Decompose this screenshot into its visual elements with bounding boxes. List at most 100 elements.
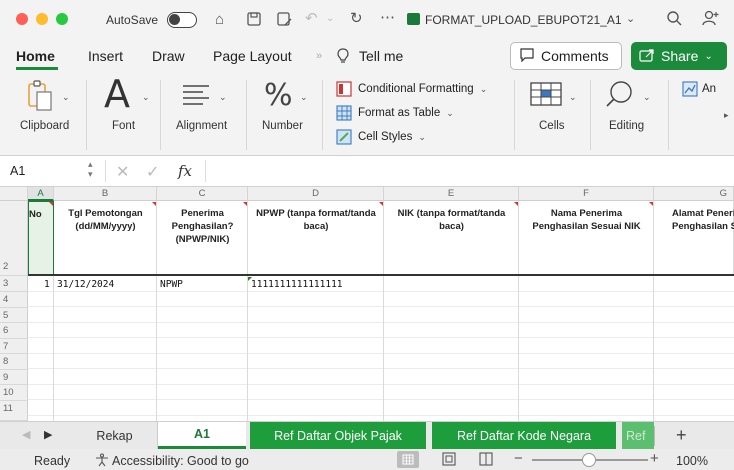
tab-home[interactable]: Home xyxy=(16,48,55,64)
comment-indicator[interactable] xyxy=(49,202,53,206)
analyze-data-button[interactable]: An xyxy=(682,81,716,97)
column-header-b[interactable]: B xyxy=(54,187,157,201)
comment-indicator[interactable] xyxy=(243,202,247,206)
ribbon-scroll-right-icon[interactable]: ▸ xyxy=(724,110,729,121)
cell-c3[interactable]: NPWP xyxy=(160,279,183,290)
zoom-slider-thumb[interactable] xyxy=(582,453,596,467)
tab-draw[interactable]: Draw xyxy=(152,48,185,64)
cell-styles-button[interactable]: Cell Styles ⌄ xyxy=(336,129,426,145)
account-icon[interactable] xyxy=(702,10,720,30)
editing-search-icon[interactable] xyxy=(605,80,635,113)
row-header-2[interactable]: 2 xyxy=(0,201,28,276)
row-header-9[interactable]: 9 xyxy=(0,370,28,385)
font-icon[interactable]: A xyxy=(104,74,130,114)
normal-view-button[interactable] xyxy=(397,451,419,468)
row-header-7[interactable]: 7 xyxy=(0,339,28,354)
autosave-toggle[interactable] xyxy=(167,12,197,28)
cell-d3[interactable]: 1111111111111111 xyxy=(251,279,343,290)
scroll-right-icon[interactable]: ▶ xyxy=(44,428,52,441)
close-window-button[interactable] xyxy=(16,13,28,25)
more-icon[interactable]: ⋯ xyxy=(380,10,395,26)
zoom-in-button[interactable]: + xyxy=(650,450,659,467)
format-as-table-button[interactable]: Format as Table ⌄ xyxy=(336,105,454,121)
more-tabs-icon[interactable]: » xyxy=(316,50,322,62)
row-header-8[interactable]: 8 xyxy=(0,354,28,370)
row-header-10[interactable]: 10 xyxy=(0,385,28,401)
name-box[interactable]: A1 xyxy=(10,164,25,178)
cells-dropdown-icon[interactable]: ⌄ xyxy=(569,92,577,103)
percent-icon[interactable]: % xyxy=(264,78,293,113)
comment-indicator[interactable] xyxy=(649,202,653,206)
scroll-left-icon[interactable]: ◀ xyxy=(22,428,30,441)
alignment-dropdown-icon[interactable]: ⌄ xyxy=(219,92,227,103)
insert-function-button[interactable]: fx xyxy=(178,162,192,180)
maximize-window-button[interactable] xyxy=(56,13,68,25)
autosave-label: AutoSave xyxy=(106,13,159,27)
page-layout-view-icon[interactable] xyxy=(442,452,456,469)
redo-icon[interactable]: ↻ xyxy=(350,11,363,27)
cancel-icon[interactable]: ✕ xyxy=(116,162,129,182)
tab-page-layout[interactable]: Page Layout xyxy=(213,48,292,64)
column-header-g[interactable]: G xyxy=(654,187,734,201)
comment-indicator[interactable] xyxy=(514,202,518,206)
column-header-f[interactable]: F xyxy=(519,187,654,201)
sheet-tab-a1[interactable]: A1 xyxy=(158,422,246,449)
column-header-c[interactable]: C xyxy=(157,187,248,201)
undo-icon[interactable]: ↶ xyxy=(305,11,318,27)
header-penerima-penghasilan: Penerima Penghasilan? (NPWP/NIK) xyxy=(171,208,234,245)
comment-indicator[interactable] xyxy=(152,202,156,206)
accessibility-status[interactable]: Accessibility: Good to go xyxy=(112,454,249,468)
chevron-down-icon: ⌄ xyxy=(446,107,454,118)
file-name-dropdown-icon[interactable]: ⌄ xyxy=(626,11,635,27)
file-name[interactable]: FORMAT_UPLOAD_EBUPOT21_A1 xyxy=(425,13,622,27)
row-header-4[interactable]: 4 xyxy=(0,292,28,308)
conditional-formatting-button[interactable]: Conditional Formatting ⌄ xyxy=(336,81,487,97)
tab-insert[interactable]: Insert xyxy=(88,48,123,64)
comment-indicator[interactable] xyxy=(379,202,383,206)
tell-me-search[interactable]: Tell me xyxy=(359,48,403,64)
editing-label: Editing xyxy=(609,120,645,132)
undo-dropdown-icon[interactable]: ⌄ xyxy=(326,11,334,27)
text-number-warning-indicator[interactable] xyxy=(248,277,252,281)
column-header-d[interactable]: D xyxy=(248,187,384,201)
sheet-tabs-bar: ◀ ▶ Rekap A1 Ref Daftar Objek Pajak Ref … xyxy=(0,421,734,449)
share-button[interactable]: Share ⌄ xyxy=(631,42,727,70)
save-icon[interactable] xyxy=(246,11,262,31)
clipboard-dropdown-icon[interactable]: ⌄ xyxy=(62,92,70,103)
cell-b3[interactable]: 31/12/2024 xyxy=(57,279,114,290)
row-header-5[interactable]: 5 xyxy=(0,308,28,323)
home-icon[interactable]: ⌂ xyxy=(215,12,224,28)
share-label: Share xyxy=(661,48,699,64)
search-icon[interactable] xyxy=(666,10,682,30)
sheet-tab-ref-partial[interactable]: Ref xyxy=(622,422,654,449)
worksheet-grid[interactable]: A B C D E F G No Tgl Pemotongan (dd/MM/y… xyxy=(0,187,734,421)
number-dropdown-icon[interactable]: ⌄ xyxy=(300,92,308,103)
column-header-e[interactable]: E xyxy=(384,187,519,201)
zoom-out-button[interactable]: − xyxy=(514,450,523,467)
select-all-corner[interactable] xyxy=(0,187,28,201)
enter-icon[interactable]: ✓ xyxy=(146,162,159,182)
minimize-window-button[interactable] xyxy=(36,13,48,25)
font-dropdown-icon[interactable]: ⌄ xyxy=(142,92,150,103)
row-header-6[interactable]: 6 xyxy=(0,323,28,339)
page-break-view-icon[interactable] xyxy=(479,452,493,469)
data-rows-area[interactable] xyxy=(28,276,734,421)
editing-dropdown-icon[interactable]: ⌄ xyxy=(643,92,651,103)
sheet-tab-rekap[interactable]: Rekap xyxy=(72,422,158,449)
cells-icon[interactable] xyxy=(530,82,562,109)
name-box-stepper-icon[interactable]: ▴ ▾ xyxy=(88,159,93,179)
formula-input[interactable] xyxy=(210,158,730,184)
row-header-3[interactable]: 3 xyxy=(0,276,28,292)
sheet-tab-ref-daftar-objek-pajak[interactable]: Ref Daftar Objek Pajak xyxy=(250,422,426,449)
zoom-level[interactable]: 100% xyxy=(676,454,708,468)
clipboard-button[interactable] xyxy=(26,80,56,115)
row-header-11[interactable]: 11 xyxy=(0,401,28,421)
save-as-icon[interactable] xyxy=(276,11,292,31)
sheet-tab-ref-daftar-kode-negara[interactable]: Ref Daftar Kode Negara xyxy=(432,422,616,449)
alignment-icon[interactable] xyxy=(181,84,211,109)
add-sheet-button[interactable]: + xyxy=(676,425,687,446)
cell-a3[interactable]: 1 xyxy=(44,279,50,290)
comments-button[interactable]: Comments xyxy=(510,42,622,70)
column-header-a[interactable]: A xyxy=(28,187,54,201)
status-ready: Ready xyxy=(34,454,71,468)
